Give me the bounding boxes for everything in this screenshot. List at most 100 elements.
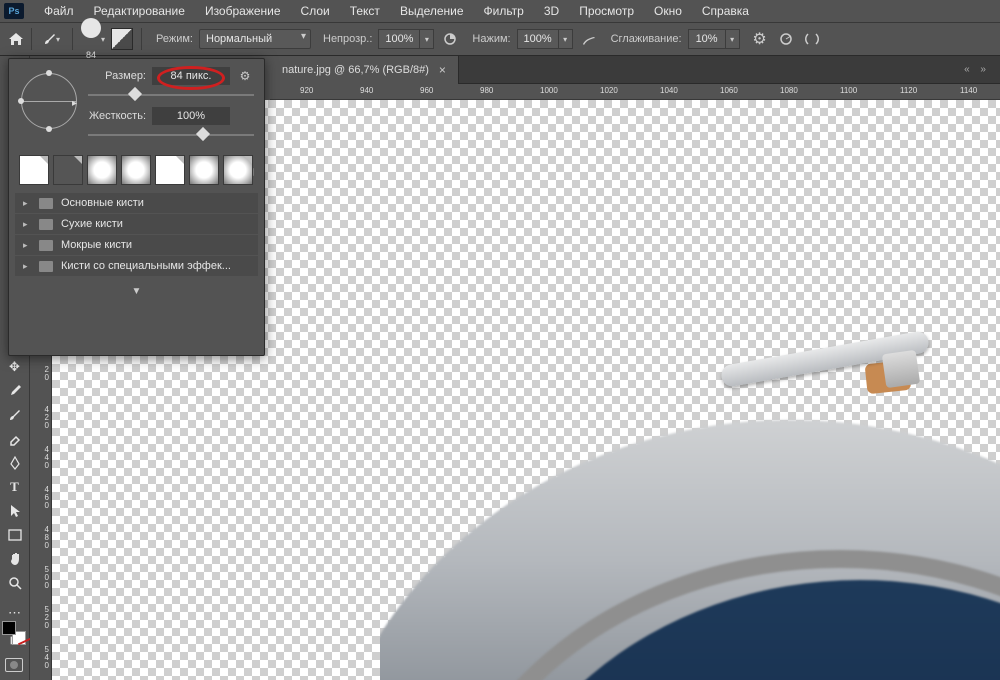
brush-thumb[interactable] bbox=[155, 155, 185, 185]
path-selection-tool[interactable] bbox=[3, 500, 27, 521]
document-tab[interactable]: nature.jpg @ 66,7% (RGB/8#) × bbox=[270, 56, 459, 84]
brush-size-slider[interactable] bbox=[88, 89, 254, 101]
horizontal-ruler: 9209409609801000102010401060108011001120… bbox=[270, 84, 1000, 100]
chevron-right-icon: ▸ bbox=[23, 240, 31, 251]
rectangle-tool[interactable] bbox=[3, 524, 27, 545]
brush-folder[interactable]: ▸Кисти со специальными эффек... bbox=[15, 256, 258, 276]
brush-hardness-slider[interactable] bbox=[88, 129, 254, 141]
ruler-tick: 1040 bbox=[660, 86, 678, 95]
edit-toolbar-icon[interactable]: ⋯ bbox=[3, 602, 27, 623]
menu-layers[interactable]: Слои bbox=[291, 1, 340, 21]
expand-chevron-icon[interactable]: ▼ bbox=[9, 286, 264, 297]
brush-size-input[interactable]: 84 пикс. bbox=[152, 67, 230, 85]
folder-icon bbox=[39, 240, 53, 251]
brush-folder[interactable]: ▸Основные кисти bbox=[15, 193, 258, 213]
hand-tool[interactable] bbox=[3, 548, 27, 569]
zoom-tool[interactable] bbox=[3, 572, 27, 593]
chevron-down-icon: ▾ bbox=[101, 35, 105, 44]
brush-thumb[interactable] bbox=[189, 155, 219, 185]
brush-hardness-input[interactable]: 100% bbox=[152, 107, 230, 125]
brush-thumb[interactable] bbox=[19, 155, 49, 185]
ruler-tick: 980 bbox=[480, 86, 493, 95]
brush-thumb[interactable] bbox=[121, 155, 151, 185]
menu-image[interactable]: Изображение bbox=[195, 1, 291, 21]
menu-text[interactable]: Текст bbox=[340, 1, 390, 21]
document-tab-bar: nature.jpg @ 66,7% (RGB/8#) × « » bbox=[270, 56, 1000, 84]
brush-folder[interactable]: ▸Сухие кисти bbox=[15, 214, 258, 234]
folder-icon bbox=[39, 261, 53, 272]
blend-mode-select[interactable]: Нормальный bbox=[199, 29, 311, 49]
flow-input[interactable]: 100% bbox=[517, 29, 559, 49]
ruler-tick: 1000 bbox=[540, 86, 558, 95]
brush-folder[interactable]: ▸Мокрые кисти bbox=[15, 235, 258, 255]
ruler-tick: 1060 bbox=[720, 86, 738, 95]
chevron-right-icon: ▸ bbox=[23, 261, 31, 272]
foreground-color[interactable] bbox=[2, 621, 16, 635]
chevron-right-icon: ▸ bbox=[23, 198, 31, 209]
hardness-label: Жесткость: bbox=[88, 110, 146, 122]
brush-settings-toggle-icon[interactable] bbox=[111, 28, 133, 50]
opacity-label: Непрозр.: bbox=[323, 33, 372, 45]
chevron-right-icon: ▸ bbox=[23, 219, 31, 230]
main-menu-bar: Ps Файл Редактирование Изображение Слои … bbox=[0, 0, 1000, 23]
ruler-tick: 940 bbox=[360, 86, 373, 95]
smoothing-label: Сглаживание: bbox=[611, 33, 682, 45]
menu-filter[interactable]: Фильтр bbox=[474, 1, 534, 21]
brush-preset-flyout: ▸ Размер: 84 пикс. ⚙ Жесткость: 100% ➤ 🗀 bbox=[8, 58, 265, 356]
menu-view[interactable]: Просмотр bbox=[569, 1, 644, 21]
gear-icon[interactable]: ⚙ bbox=[236, 69, 254, 83]
ruler-tick: 1140 bbox=[960, 86, 977, 95]
chevron-down-icon[interactable]: ▾ bbox=[559, 29, 573, 49]
chevron-down-icon[interactable]: ▾ bbox=[420, 29, 434, 49]
brush-thumb[interactable] bbox=[223, 155, 253, 185]
brush-preset-picker[interactable]: 84 ▾ bbox=[81, 18, 105, 60]
gear-icon[interactable]: ⚙ bbox=[750, 29, 770, 49]
type-tool[interactable]: T bbox=[3, 476, 27, 497]
ruler-tick: 1080 bbox=[780, 86, 798, 95]
menu-help[interactable]: Справка bbox=[692, 1, 759, 21]
tab-title: nature.jpg @ 66,7% (RGB/8#) bbox=[282, 64, 429, 76]
eyedropper-tool[interactable] bbox=[3, 380, 27, 401]
symmetry-icon[interactable] bbox=[802, 29, 822, 49]
tab-overflow-chevrons[interactable]: « » bbox=[964, 64, 990, 75]
ruler-tick: 1100 bbox=[840, 86, 857, 95]
move-tool[interactable]: ✥ bbox=[3, 356, 27, 377]
menu-file[interactable]: Файл bbox=[34, 1, 84, 21]
quick-mask-toggle[interactable] bbox=[5, 658, 23, 672]
ruler-tick: 1120 bbox=[900, 86, 917, 95]
ruler-tick: 540 bbox=[45, 646, 49, 670]
brush-thumb[interactable] bbox=[87, 155, 117, 185]
eraser-tool[interactable] bbox=[3, 428, 27, 449]
ruler-tick: 920 bbox=[300, 86, 313, 95]
ruler-tick: 460 bbox=[45, 486, 49, 510]
tool-options-bar: ▾ 84 ▾ Режим: Нормальный Непрозр.: 100% … bbox=[0, 23, 1000, 56]
smoothing-input[interactable]: 10% bbox=[688, 29, 726, 49]
home-button[interactable] bbox=[6, 28, 32, 50]
opacity-input[interactable]: 100% bbox=[378, 29, 420, 49]
chevron-down-icon[interactable]: ▾ bbox=[726, 29, 740, 49]
divider bbox=[141, 28, 142, 50]
image-content bbox=[380, 320, 1000, 680]
pen-tool[interactable] bbox=[3, 452, 27, 473]
brush-tool-icon[interactable]: ▾ bbox=[38, 28, 64, 50]
brush-folder-list: ▸Основные кисти ▸Сухие кисти ▸Мокрые кис… bbox=[9, 193, 264, 276]
divider bbox=[72, 28, 73, 50]
brush-angle-control[interactable]: ▸ bbox=[19, 71, 74, 131]
ruler-tick: 20 bbox=[45, 366, 49, 382]
menu-select[interactable]: Выделение bbox=[390, 1, 474, 21]
pressure-size-icon[interactable] bbox=[776, 29, 796, 49]
menu-window[interactable]: Окно bbox=[644, 1, 692, 21]
brush-preview-circle bbox=[81, 18, 101, 38]
pressure-opacity-icon[interactable] bbox=[440, 29, 460, 49]
ruler-tick: 480 bbox=[45, 526, 49, 550]
brush-tool[interactable] bbox=[3, 404, 27, 425]
mode-label: Режим: bbox=[156, 33, 193, 45]
menu-3d[interactable]: 3D bbox=[534, 1, 569, 21]
folder-icon bbox=[39, 219, 53, 230]
close-icon[interactable]: × bbox=[439, 63, 446, 77]
brush-thumb[interactable] bbox=[53, 155, 83, 185]
ruler-tick: 440 bbox=[45, 446, 49, 470]
airbrush-icon[interactable] bbox=[579, 29, 599, 49]
size-label: Размер: bbox=[88, 70, 146, 82]
ruler-tick: 1020 bbox=[600, 86, 618, 95]
